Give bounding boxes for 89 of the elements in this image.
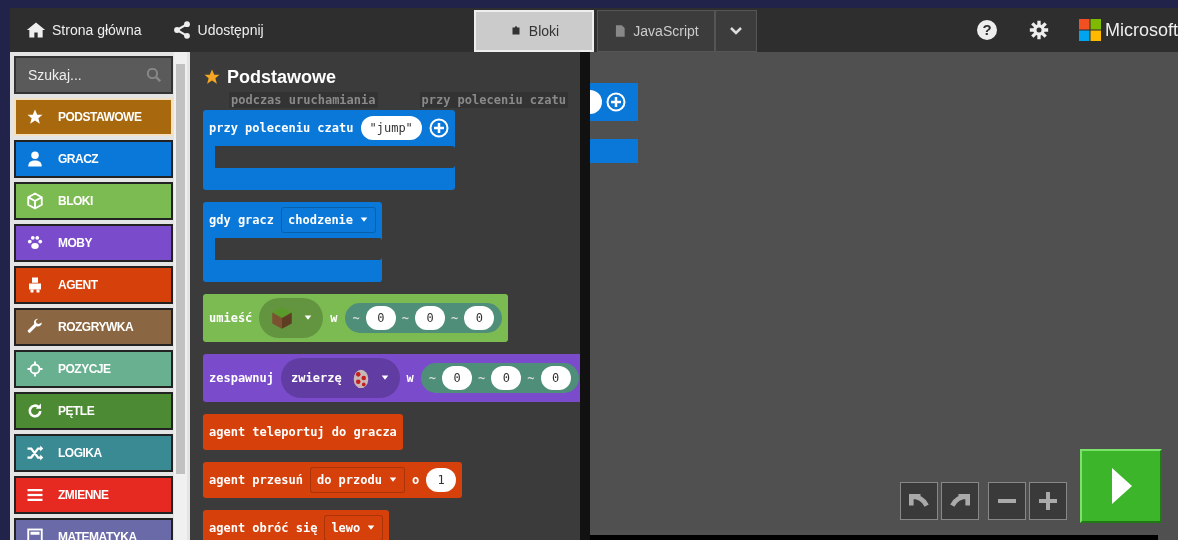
star-icon <box>203 68 221 86</box>
shuffle-icon <box>26 444 44 462</box>
redo-icon <box>950 494 970 508</box>
number-field[interactable]: 0 <box>365 306 396 330</box>
statement-block[interactable]: agent przesuń do przodu o 1 <box>203 462 463 498</box>
block-label: w <box>406 370 414 387</box>
coordinates-field[interactable]: ~ 0 ~ 0 ~ 0 <box>344 303 503 333</box>
dropdown[interactable]: zwierzę <box>281 358 400 398</box>
tilde-label: ~ <box>478 370 486 387</box>
zoom-out-button[interactable] <box>988 482 1026 520</box>
dropdown[interactable]: do przodu <box>309 467 405 493</box>
number-field[interactable]: 0 <box>442 366 473 390</box>
robot-icon <box>26 276 44 294</box>
help-button[interactable]: ? <box>977 20 997 40</box>
cube-icon <box>26 192 44 210</box>
category-button[interactable]: ROZGRYWKA <box>14 308 173 346</box>
statement-block[interactable]: umieść w ~ 0 ~ 0 ~ 0 <box>203 294 509 342</box>
zoom-in-button[interactable] <box>1029 482 1067 520</box>
star-icon <box>26 108 44 126</box>
tilde-label: ~ <box>352 310 360 327</box>
event-block[interactable]: gdy gracz chodzenie <box>203 202 383 282</box>
faded-block-label: podczas uruchamiania <box>229 92 378 108</box>
nav-link[interactable]: Udostępnij <box>171 19 264 41</box>
loop-icon <box>26 402 44 420</box>
block-label: agent przesuń <box>209 472 303 489</box>
undo-icon <box>909 494 929 508</box>
logo-icon <box>1079 19 1101 41</box>
block-label: przy poleceniu czatu <box>209 120 354 137</box>
category-button[interactable]: GRACZ <box>14 140 173 178</box>
wrench-icon <box>26 318 44 336</box>
nav-link[interactable]: Strona główna <box>26 19 142 41</box>
file-icon <box>613 24 628 38</box>
number-field[interactable]: 0 <box>415 306 446 330</box>
scrollbar-thumb[interactable] <box>176 64 185 474</box>
editor-tab[interactable]: Bloki <box>474 10 594 52</box>
dropdown[interactable]: lewo <box>324 515 384 540</box>
tilde-label: ~ <box>401 310 410 327</box>
faded-block-label: przy poleceniu czatu <box>419 92 568 108</box>
category-button[interactable]: ZMIENNE <box>14 476 173 514</box>
brand-name: Microsoft <box>1105 18 1178 42</box>
tilde-label: ~ <box>451 310 459 327</box>
category-button[interactable]: PODSTAWOWE <box>14 98 173 136</box>
block-label: w <box>330 310 338 327</box>
paw-icon <box>26 234 44 252</box>
share-icon <box>171 20 192 40</box>
coordinates-field[interactable]: ~ 0 ~ 0 ~ 0 <box>420 363 579 393</box>
user-icon <box>26 150 44 168</box>
add-icon <box>606 92 626 112</box>
crosshair-icon <box>26 360 44 378</box>
number-field[interactable]: 0 <box>491 366 522 390</box>
text-field[interactable]: "jump" <box>360 116 422 140</box>
category-button[interactable]: AGENT <box>14 266 173 304</box>
search-field[interactable]: Szukaj... <box>14 56 173 94</box>
home-icon <box>26 20 46 40</box>
block-label: agent teleportuj do gracza <box>209 424 397 441</box>
event-block[interactable]: przy poleceniu czatu "jump" <box>203 110 455 190</box>
category-button[interactable]: PĘTLE <box>14 392 173 430</box>
block-label: zespawnuj <box>209 370 275 387</box>
block-label: umieść <box>209 310 253 327</box>
tilde-label: ~ <box>428 370 437 387</box>
minus-icon <box>998 499 1016 503</box>
redo-button[interactable] <box>941 482 979 520</box>
statement-block[interactable]: agent teleportuj do gracza <box>203 414 403 450</box>
add-icon <box>428 118 449 138</box>
statement-block[interactable]: zespawnuj zwierzę w ~ 0 ~ 0 ~ 0 <box>203 354 580 402</box>
dropdown[interactable] <box>259 298 324 338</box>
flyout-title: Podstawowe <box>227 65 337 89</box>
number-field[interactable]: 0 <box>464 306 495 330</box>
tilde-label: ~ <box>527 370 535 387</box>
event-block[interactable] <box>590 83 638 121</box>
dropdown[interactable]: chodzenie <box>281 207 377 233</box>
number-field[interactable]: 0 <box>540 366 571 390</box>
block-label: o <box>411 472 420 489</box>
block-bottom <box>590 139 638 163</box>
statement-block[interactable]: agent obróć się lewo <box>203 510 390 540</box>
block-label: gdy gracz <box>209 212 275 229</box>
search-icon <box>147 68 161 82</box>
text-field[interactable] <box>590 90 602 114</box>
editor-tab[interactable]: JavaScript <box>597 10 715 52</box>
category-button[interactable]: LOGIKA <box>14 434 173 472</box>
undo-button[interactable] <box>900 482 938 520</box>
number-field[interactable]: 1 <box>426 468 457 492</box>
block-label: agent obróć się <box>209 520 318 537</box>
scrollbar[interactable] <box>174 52 187 540</box>
run-button[interactable] <box>1080 449 1162 523</box>
tab-menu-button[interactable] <box>715 10 757 52</box>
category-button[interactable]: MOBY <box>14 224 173 262</box>
plus-icon <box>1039 492 1057 510</box>
list-icon <box>26 486 44 504</box>
